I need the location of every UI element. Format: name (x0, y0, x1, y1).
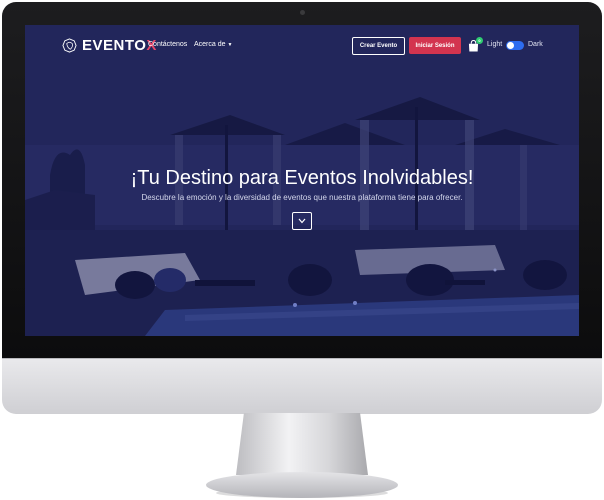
navbar: EVENTOX Contáctenos Acerca de ▼ Crear Eve… (25, 25, 579, 67)
scroll-down-button[interactable] (292, 212, 312, 230)
nav-link-contactenos[interactable]: Contáctenos (148, 41, 187, 48)
nav-link-acerca-de[interactable]: Acerca de ▼ (194, 41, 232, 48)
brand-name: EVENTOX (82, 37, 157, 54)
cart-count-badge: 0 (476, 37, 483, 44)
create-event-button[interactable]: Crear Evento (352, 37, 405, 55)
caret-down-icon: ▼ (227, 42, 233, 48)
monitor: EVENTOX Contáctenos Acerca de ▼ Crear Eve… (0, 0, 604, 500)
theme-dark-label: Dark (528, 41, 543, 48)
monitor-stand-neck (236, 413, 368, 475)
screen: EVENTOX Contáctenos Acerca de ▼ Crear Eve… (25, 25, 579, 336)
lion-logo-icon (62, 38, 77, 53)
monitor-stand-base (206, 472, 398, 498)
monitor-chin (2, 358, 602, 414)
brand-logo[interactable]: EVENTOX (62, 37, 157, 54)
theme-toggle-knob (507, 42, 514, 49)
theme-light-label: Light (487, 41, 503, 48)
hero-title: ¡Tu Destino para Eventos Inolvidables! (130, 167, 474, 189)
login-button[interactable]: Iniciar Sesión (409, 37, 461, 54)
hero-subtitle: Descubre la emoción y la diversidad de e… (141, 193, 463, 202)
camera-dot (300, 10, 305, 15)
chevron-down-icon (298, 218, 306, 224)
